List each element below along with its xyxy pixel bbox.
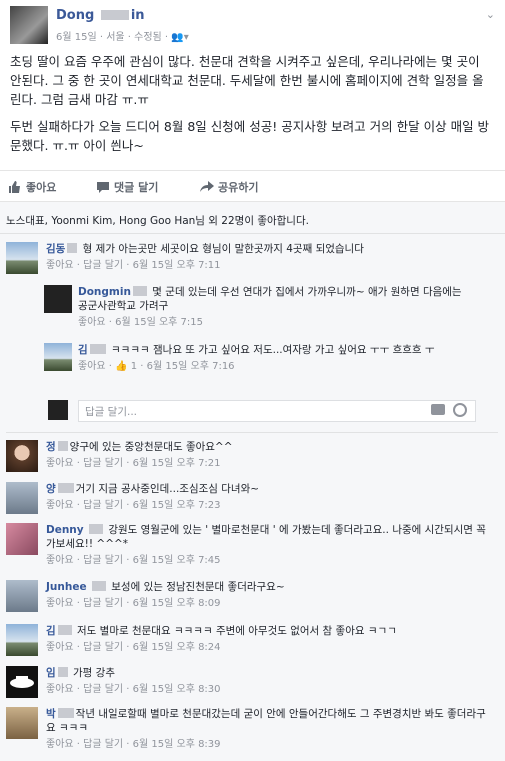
comment-text: ㅋㅋㅋㅋ 잼나요 또 가고 싶어요 저도...여자랑 가고 싶어요 ㅜㅜ 흐흐흐… (111, 344, 435, 356)
camera-icon[interactable] (431, 404, 445, 415)
commenter-name[interactable]: 양 (46, 483, 56, 495)
like-button[interactable]: 좋아요 (8, 179, 56, 195)
comment-meta[interactable]: 좋아요 · 답글 달기 · 6월 15일 오후 7:45 (46, 554, 491, 568)
comment-meta[interactable]: 좋아요 · 답글 달기 · 6월 15일 오후 8:09 (46, 597, 285, 611)
comment-text: 보성에 있는 정남진천문대 좋더라구요~ (111, 581, 285, 593)
comment-meta[interactable]: 좋아요 · 답글 달기 · 6월 15일 오후 7:11 (46, 259, 364, 273)
post-header: Dong in 6월 15일 · 서울 · 수정됨 · 👥▾ ⌄ (10, 6, 495, 44)
divider (6, 432, 498, 433)
post-body: 초딩 딸이 요즘 우주에 관심이 많다. 천문대 견학을 시켜주고 싶은데, 우… (10, 52, 495, 163)
commenter-name[interactable]: 임 (46, 667, 56, 679)
commenter-name[interactable]: Denny (46, 524, 84, 536)
chevron-down-icon[interactable]: ⌄ (486, 8, 495, 21)
comment-meta[interactable]: 좋아요 · 답글 달기 · 6월 15일 오후 8:39 (46, 738, 491, 752)
avatar[interactable] (6, 580, 38, 612)
comment-meta[interactable]: 좋아요 · 👍 1 · 6월 15일 오후 7:16 (78, 360, 470, 374)
comment-text: 작년 내일로할때 별마로 천문대갔는데 굳이 안에 안들어간다해도 그 주변경치… (46, 708, 486, 734)
avatar[interactable] (6, 523, 38, 555)
comment-button[interactable]: 댓글 달기 (96, 179, 158, 195)
post-paragraph-2: 두번 실패하다가 오늘 드디어 8월 8일 신청에 성공! 공지사항 보려고 거… (10, 119, 490, 153)
likes-summary[interactable]: 노스대표, Yoonmi Kim, Hong Goo Han님 외 22명이 좋… (6, 213, 309, 228)
post-paragraph-1: 초딩 딸이 요즘 우주에 관심이 많다. 천문대 견학을 시켜주고 싶은데, 우… (10, 54, 484, 107)
avatar[interactable] (6, 666, 38, 698)
reply-input[interactable]: 답글 달기... (78, 400, 476, 422)
commenter-name[interactable]: 김동 (46, 243, 65, 255)
comment-text: 강원도 영월군에 있는 ' 별마로천문대 ' 에 가봤는데 좋더라고요.. 나중… (46, 524, 486, 550)
avatar (48, 400, 68, 420)
post-meta[interactable]: 6월 15일 · 서울 · 수정됨 · 👥▾ (56, 28, 189, 43)
avatar[interactable] (6, 440, 38, 472)
comment-meta[interactable]: 좋아요 · 답글 달기 · 6월 15일 오후 7:21 (46, 457, 233, 471)
commenter-name[interactable]: 박 (46, 708, 56, 720)
commenter-name[interactable]: Dongmin (78, 286, 131, 298)
share-button[interactable]: 공유하기 (200, 179, 258, 195)
comment-meta[interactable]: 좋아요 · 답글 달기 · 6월 15일 오후 8:30 (46, 683, 221, 697)
avatar[interactable] (6, 242, 38, 274)
avatar[interactable] (6, 624, 38, 656)
comment-meta[interactable]: 좋아요 · 6월 15일 오후 7:15 (78, 316, 470, 330)
comment-text: 형 제가 아는곳만 세곳이요 형님이 말한곳까지 4곳째 되었습니다 (82, 243, 364, 255)
comment-icon (96, 181, 110, 193)
thumbs-up-icon (8, 181, 22, 193)
share-icon (200, 181, 214, 193)
avatar[interactable] (44, 285, 72, 313)
commenter-name[interactable]: 김 (78, 344, 88, 356)
commenter-name[interactable]: 정 (46, 441, 56, 453)
comment-text: 가평 강추 (73, 667, 115, 679)
emoji-icon[interactable] (453, 403, 467, 417)
comment-meta[interactable]: 좋아요 · 답글 달기 · 6월 15일 오후 7:23 (46, 499, 259, 513)
commenter-name[interactable]: Junhee (46, 581, 87, 593)
author-name[interactable]: Dong in (56, 8, 145, 23)
author-avatar[interactable] (10, 6, 48, 44)
comment-text: 양구에 있는 중앙천문대도 좋아요^^ (69, 441, 233, 453)
comment-text: 저도 별마로 천문대요 ㅋㅋㅋㅋ 주변에 아무것도 없어서 참 좋아요 ㅋㄱㄱ (77, 625, 397, 637)
commenter-name[interactable]: 김 (46, 625, 56, 637)
avatar[interactable] (6, 482, 38, 514)
avatar[interactable] (44, 343, 72, 371)
comment-text: 거기 지금 공사중인데...조심조심 다녀와~ (75, 483, 260, 495)
post-actions: 좋아요 댓글 달기 공유하기 (0, 170, 505, 202)
divider (0, 233, 505, 234)
avatar[interactable] (6, 707, 38, 739)
comment-meta[interactable]: 좋아요 · 답글 달기 · 6월 15일 오후 8:24 (46, 641, 397, 655)
